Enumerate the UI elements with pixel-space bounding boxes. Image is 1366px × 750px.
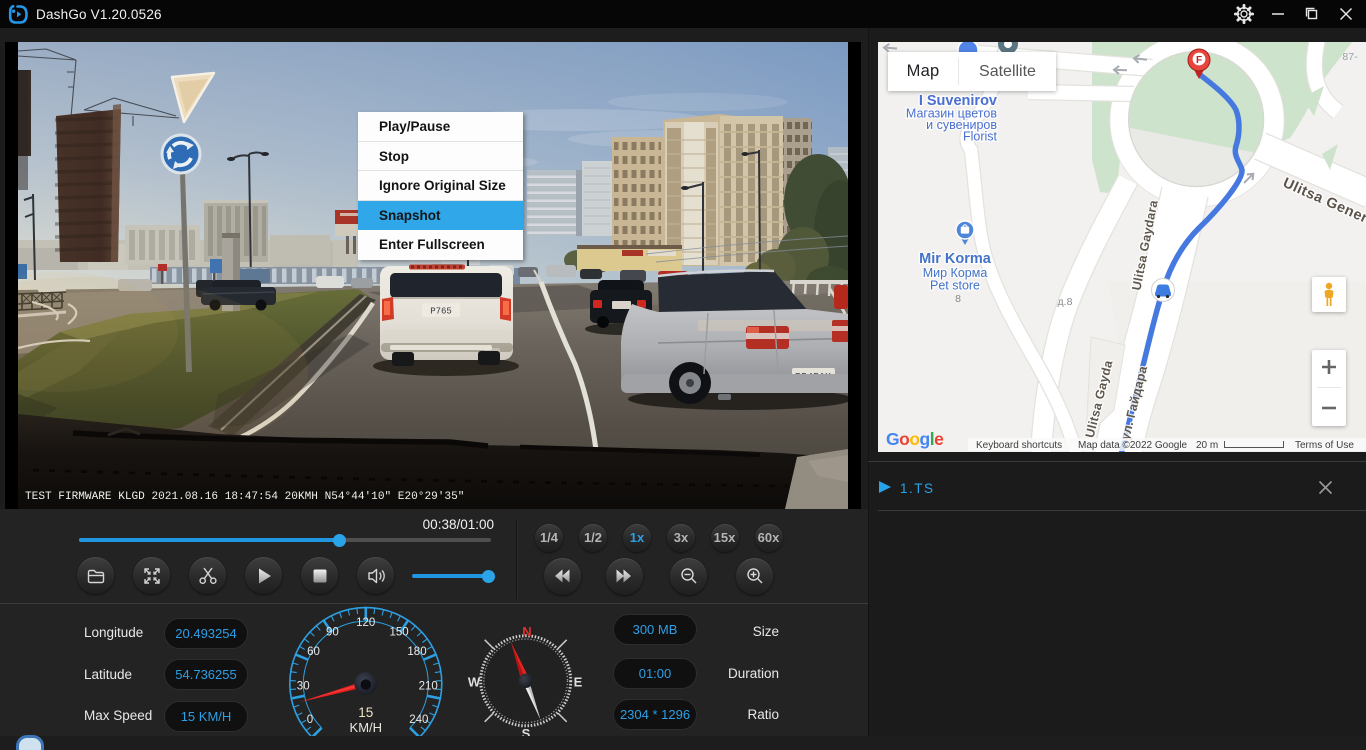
svg-text:150: 150 (390, 627, 409, 639)
svg-text:240: 240 (409, 714, 428, 726)
svg-text:N: N (522, 624, 531, 639)
svg-text:87-: 87- (1342, 51, 1358, 63)
svg-text:30: 30 (297, 681, 310, 693)
svg-text:180: 180 (407, 646, 426, 658)
svg-text:Florist: Florist (963, 130, 998, 144)
svg-text:Mir Korma: Mir Korma (919, 251, 992, 267)
svg-text:TEST FIRMWARE KLGD 2021.08.16: TEST FIRMWARE KLGD 2021.08.16 18:47:54 2… (25, 491, 464, 503)
svg-text:90: 90 (326, 627, 339, 639)
svg-text:P765: P765 (430, 307, 452, 317)
svg-text:0: 0 (307, 714, 313, 726)
svg-text:60: 60 (307, 646, 320, 658)
svg-text:15: 15 (358, 705, 373, 720)
svg-text:120: 120 (356, 617, 375, 629)
svg-text:д.8: д.8 (1058, 296, 1073, 308)
svg-text:F: F (1196, 55, 1202, 66)
svg-text:KM/H: KM/H (350, 720, 383, 735)
svg-text:210: 210 (419, 681, 438, 693)
svg-text:E: E (574, 675, 583, 690)
svg-text:W: W (468, 675, 481, 690)
svg-text:8: 8 (955, 293, 961, 305)
svg-text:Pet store: Pet store (930, 279, 980, 293)
svg-text:S: S (522, 726, 531, 736)
